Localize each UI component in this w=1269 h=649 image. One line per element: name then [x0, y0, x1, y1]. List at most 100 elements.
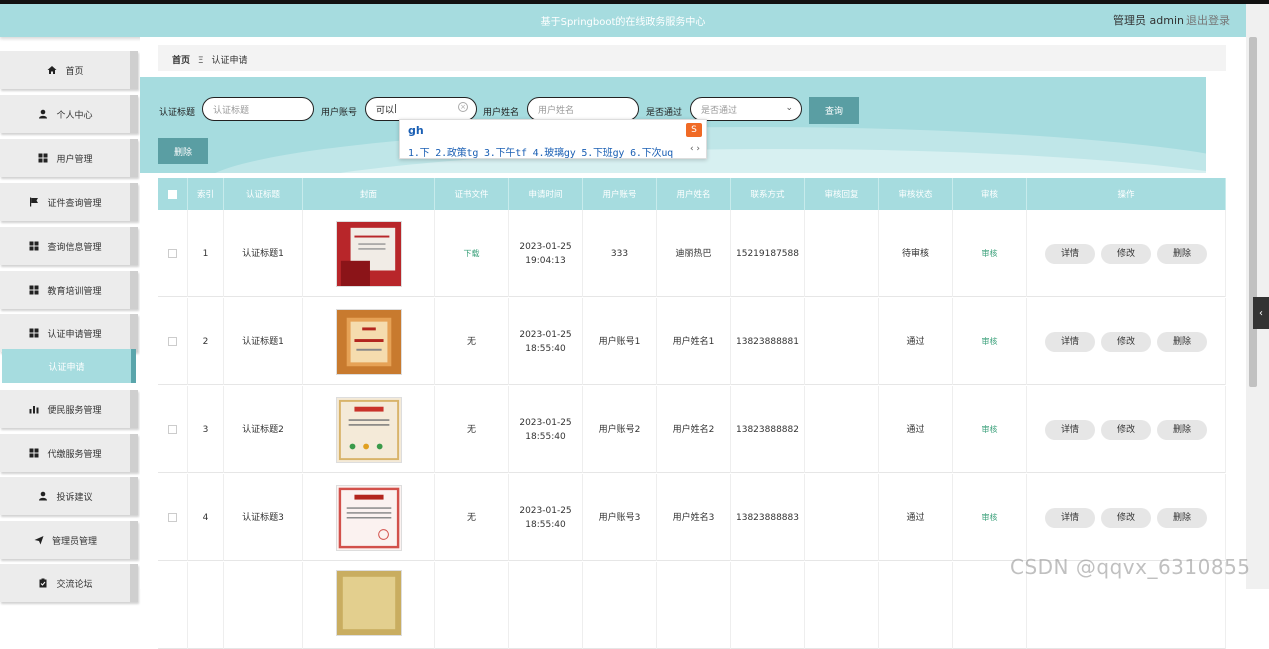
row-checkbox[interactable] [158, 386, 188, 473]
table-row: 4 认证标题3 无 2023-01-25 18:55:40 用户账号3 用户姓名… [158, 474, 1226, 561]
search-button[interactable]: 查询 [809, 97, 859, 124]
clear-icon[interactable]: × [458, 102, 468, 112]
delete-button[interactable]: 删除 [1157, 419, 1207, 440]
audit-link[interactable]: 审核 [982, 247, 998, 261]
delete-button[interactable]: 删除 [1157, 331, 1207, 352]
cell-index: 3 [188, 386, 224, 473]
sidebar-item-label: 代缴服务管理 [47, 449, 102, 460]
edit-button[interactable]: 修改 [1101, 243, 1151, 264]
cell-audit: 审核 [953, 474, 1027, 561]
cell-reply [805, 298, 879, 385]
sidebar-item-users[interactable]: 用户管理 [0, 139, 138, 177]
cell-phone: 13823888882 [731, 386, 805, 473]
ime-candidates[interactable]: 1.下 2.政策tg 3.下午tf 4.玻璃gy 5.下班gy 6.下次uq [408, 144, 673, 159]
cell-name: 用户姓名1 [657, 298, 731, 385]
sidebar-item-label: 认证申请管理 [47, 329, 102, 340]
cell-cover [303, 298, 435, 385]
cell-audit: 审核 [953, 298, 1027, 385]
cell-time: 2023-01-25 18:55:40 [509, 298, 583, 385]
column-header: 审核回复 [805, 178, 879, 210]
collapse-panel-icon[interactable]: ‹ [1253, 297, 1269, 329]
cover-image[interactable] [335, 570, 402, 636]
grid-icon [28, 284, 40, 296]
column-header: 封面 [303, 178, 435, 210]
audit-link[interactable]: 审核 [982, 423, 998, 437]
audit-link[interactable]: 审核 [982, 335, 998, 349]
sidebar-item-label: 便民服务管理 [47, 405, 102, 416]
sidebar-item-forum[interactable]: 交流论坛 [0, 564, 138, 602]
cell-actions: 详情 修改 删除 [1027, 210, 1226, 297]
cell-time: 2023-01-25 18:55:40 [509, 474, 583, 561]
sidebar-item-certificate-query[interactable]: 证件查询管理 [0, 183, 138, 221]
sidebar-item-label: 用户管理 [56, 154, 93, 165]
grid-icon [28, 327, 40, 339]
detail-button[interactable]: 详情 [1045, 243, 1095, 264]
row-checkbox[interactable] [158, 474, 188, 561]
cell-phone: 13823888883 [731, 474, 805, 561]
cell-file: 无 [435, 474, 509, 561]
ime-logo-icon: S [686, 123, 702, 137]
audit-link[interactable]: 审核 [982, 511, 998, 525]
passed-filter-select[interactable]: 是否通过 ⌄ [690, 97, 802, 121]
sidebar-item-education[interactable]: 教育培训管理 [0, 271, 138, 309]
cell-account: 用户账号1 [583, 298, 657, 385]
sidebar-item-convenience[interactable]: 便民服务管理 [0, 390, 138, 428]
detail-button[interactable]: 详情 [1045, 507, 1095, 528]
column-header: 认证标题 [224, 178, 303, 210]
detail-button[interactable]: 详情 [1045, 419, 1095, 440]
edit-button[interactable]: 修改 [1101, 331, 1151, 352]
row-checkbox[interactable] [158, 210, 188, 297]
flag-icon [28, 196, 40, 208]
sidebar-item-complaints[interactable]: 投诉建议 [0, 477, 138, 515]
cover-image[interactable] [335, 220, 402, 287]
sidebar-item-label: 查询信息管理 [47, 242, 102, 253]
cover-image[interactable] [335, 308, 402, 375]
sidebar-item-admins[interactable]: 管理员管理 [0, 521, 138, 559]
download-link[interactable]: 下载 [464, 247, 480, 261]
logout-link[interactable]: 退出登录 [1186, 12, 1230, 28]
scrollbar-thumb[interactable] [1249, 37, 1257, 387]
cell-account: 用户账号2 [583, 386, 657, 473]
cell-audit: 审核 [953, 210, 1027, 297]
cell-phone: 13823888881 [731, 298, 805, 385]
name-filter-input[interactable]: 用户姓名 [527, 97, 639, 121]
sidebar-item-query-info[interactable]: 查询信息管理 [0, 227, 138, 265]
edit-button[interactable]: 修改 [1101, 507, 1151, 528]
cell-phone: 15219187588 [731, 210, 805, 297]
cell-title: 认证标题1 [224, 298, 303, 385]
cover-image[interactable] [335, 396, 402, 463]
cell-name: 迪丽热巴 [657, 210, 731, 297]
title-filter-input[interactable]: 认证标题 [202, 97, 314, 121]
app-title: 基于Springboot的在线政务服务中心 [540, 17, 706, 28]
cell-status: 通过 [879, 298, 953, 385]
cell-name: 用户姓名3 [657, 474, 731, 561]
detail-button[interactable]: 详情 [1045, 331, 1095, 352]
breadcrumb-home[interactable]: 首页 [172, 56, 190, 66]
sidebar-item-label: 证件查询管理 [47, 198, 102, 209]
sidebar-item-label: 教育培训管理 [47, 286, 102, 297]
cover-image[interactable] [335, 484, 402, 551]
row-checkbox[interactable] [158, 562, 188, 649]
sidebar-subitem-cert-apply[interactable]: 认证申请 [2, 349, 136, 383]
ime-candidate-popup[interactable]: gh S 1.下 2.政策tg 3.下午tf 4.玻璃gy 5.下班gy 6.下… [399, 119, 707, 159]
ime-nav-icon[interactable]: ‹ › [690, 144, 700, 154]
home-icon [46, 64, 58, 76]
cell-index: 2 [188, 298, 224, 385]
ime-composition: gh [408, 124, 424, 137]
row-checkbox[interactable] [158, 298, 188, 385]
cell-file: 无 [435, 386, 509, 473]
delete-button[interactable]: 删除 [1157, 507, 1207, 528]
account-filter-input[interactable]: 可以 | × [365, 97, 477, 121]
column-header: 审核状态 [879, 178, 953, 210]
select-all-checkbox[interactable] [158, 178, 188, 210]
delete-button[interactable]: 删除 [1157, 243, 1207, 264]
sidebar-item-cert-application[interactable]: 认证申请管理 [0, 314, 138, 352]
person-icon [37, 108, 49, 120]
table-row: 3 认证标题2 无 2023-01-25 18:55:40 用户账号2 用户姓名… [158, 386, 1226, 473]
sidebar-item-home[interactable]: 首页 [0, 51, 138, 89]
edit-button[interactable]: 修改 [1101, 419, 1151, 440]
grid-icon [28, 447, 40, 459]
sidebar-item-payment[interactable]: 代缴服务管理 [0, 434, 138, 472]
sidebar-item-profile[interactable]: 个人中心 [0, 95, 138, 133]
bulk-delete-button[interactable]: 删除 [158, 138, 208, 164]
